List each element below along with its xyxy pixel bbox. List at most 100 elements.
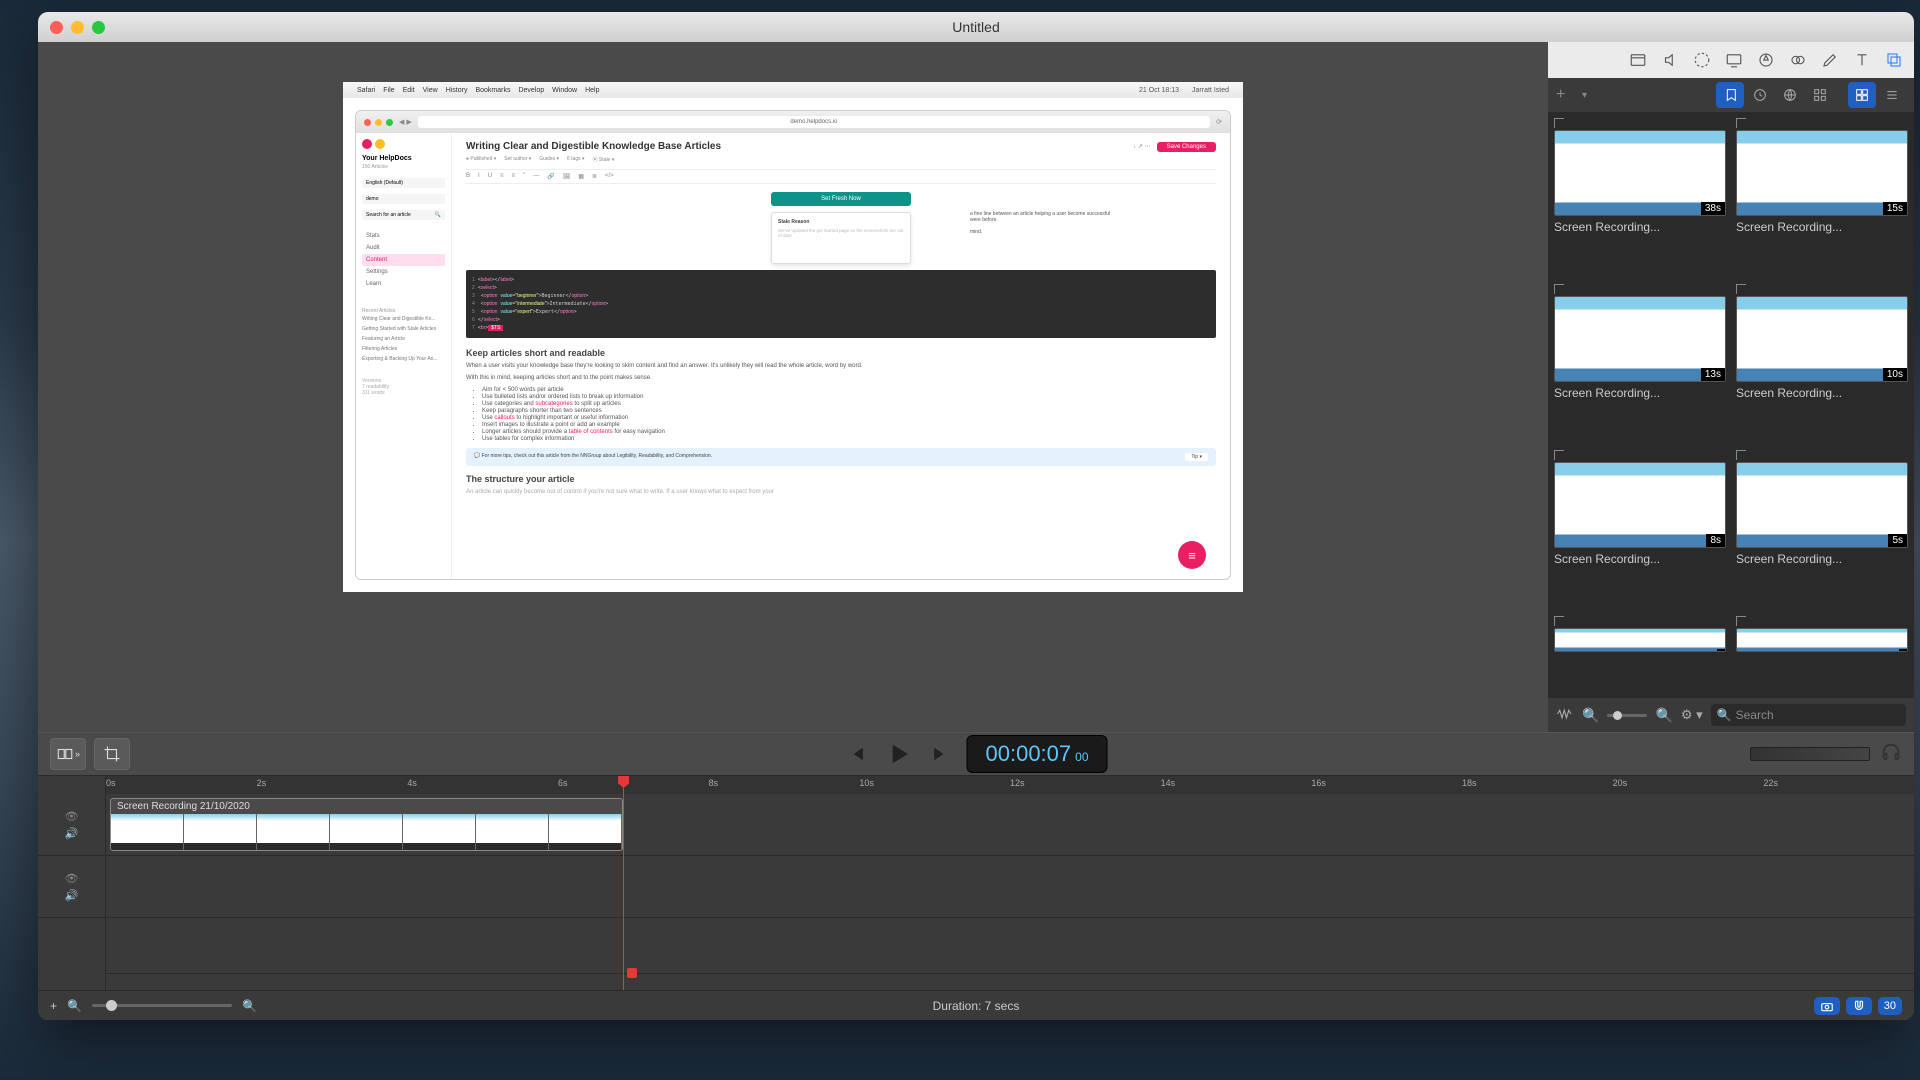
eye-icon[interactable]: 👁 xyxy=(65,810,79,823)
video-track-controls: 👁 🔊 xyxy=(38,794,105,856)
menu-window: Window xyxy=(552,87,577,94)
eye-icon[interactable]: 👁 xyxy=(65,872,79,885)
waveform-icon[interactable] xyxy=(1556,707,1574,724)
extra-track[interactable] xyxy=(106,918,1914,974)
minimize-window-icon[interactable] xyxy=(71,21,84,34)
article-title: Writing Clear and Digestible Knowledge B… xyxy=(466,141,721,152)
language-select: English (Default) xyxy=(362,178,445,188)
editor-toolbar: BIU≡≡"—🔗🖼▦≣</> xyxy=(466,169,1216,184)
media-label: Screen Recording... xyxy=(1554,386,1726,400)
media-label: Screen Recording... xyxy=(1736,220,1908,234)
playhead[interactable] xyxy=(623,776,624,990)
pencil-tool-icon[interactable] xyxy=(1818,48,1842,72)
prev-button[interactable] xyxy=(845,743,867,765)
audio-track-controls: 👁 🔊 xyxy=(38,856,105,918)
media-thumbnail[interactable] xyxy=(1736,462,1908,548)
tab-grid-icon[interactable] xyxy=(1806,82,1834,108)
ruler-tick: 6s xyxy=(558,778,568,788)
view-list-icon[interactable] xyxy=(1878,82,1906,108)
fps-badge[interactable]: 30 xyxy=(1878,997,1902,1015)
tab-web-icon[interactable] xyxy=(1776,82,1804,108)
set-fresh-button: Set Fresh Now xyxy=(771,192,911,206)
corner-icon xyxy=(1554,284,1564,294)
safari-window: ◀ ▶ demo.helpdocs.io ⟳ Your HelpDocs 150… xyxy=(355,110,1231,580)
timer-tool-icon[interactable] xyxy=(1690,48,1714,72)
media-thumbnail[interactable] xyxy=(1554,296,1726,382)
media-item[interactable]: Screen Recording... xyxy=(1554,284,1726,440)
thumb-size-slider[interactable] xyxy=(1607,714,1647,717)
add-track-button[interactable]: + xyxy=(50,999,57,1013)
split-clip-button[interactable]: » xyxy=(50,738,86,770)
video-tool-icon[interactable] xyxy=(1626,48,1650,72)
dropdown-icon[interactable]: ▾ xyxy=(1582,90,1587,101)
tool-strip xyxy=(1548,42,1914,78)
recent-item: Writing Clear and Digestible Kn... xyxy=(362,314,445,324)
end-marker-icon[interactable] xyxy=(627,968,637,978)
time-ruler[interactable]: 0s2s4s6s8s10s12s14s16s18s20s22s24s xyxy=(106,776,1914,794)
code-block: 1 <label></label> 2 <select> 3 <option v… xyxy=(466,270,1216,338)
tip-badge: Tip ▾ xyxy=(1185,453,1208,461)
media-item[interactable]: Screen Recording... xyxy=(1554,450,1726,606)
cursor-tool-icon[interactable] xyxy=(1754,48,1778,72)
video-track[interactable]: Screen Recording 21/10/2020 xyxy=(106,794,1914,856)
audio-tool-icon[interactable] xyxy=(1658,48,1682,72)
zoom-in-timeline-icon[interactable]: 🔍 xyxy=(242,999,257,1013)
timeline-canvas[interactable]: 0s2s4s6s8s10s12s14s16s18s20s22s24s Scree… xyxy=(106,776,1914,990)
magnet-badge[interactable] xyxy=(1846,997,1872,1015)
canvas-area[interactable]: Safari File Edit View History Bookmarks … xyxy=(38,42,1548,732)
titlebar[interactable]: Untitled xyxy=(38,12,1914,42)
audio-track[interactable] xyxy=(106,856,1914,918)
close-window-icon[interactable] xyxy=(50,21,63,34)
view-grid-icon[interactable] xyxy=(1848,82,1876,108)
paragraph: When a user visits your knowledge base t… xyxy=(466,362,1216,370)
media-item[interactable]: Screen Recording... xyxy=(1736,450,1908,606)
media-thumbnail[interactable] xyxy=(1554,462,1726,548)
link-tool-icon[interactable] xyxy=(1786,48,1810,72)
timeline-footer: + 🔍 🔍 Duration: 7 secs 30 xyxy=(38,990,1914,1020)
zoom-out-icon[interactable]: 🔍 xyxy=(1582,707,1599,724)
fullscreen-window-icon[interactable] xyxy=(92,21,105,34)
next-button[interactable] xyxy=(931,743,953,765)
menu-file: File xyxy=(383,87,394,94)
media-gallery[interactable]: Screen Recording...Screen Recording...Sc… xyxy=(1548,112,1914,698)
media-thumbnail[interactable] xyxy=(1554,130,1726,216)
helpdocs-app: Your HelpDocs 150 Articles English (Defa… xyxy=(356,133,1230,580)
media-item[interactable]: Screen Recording... xyxy=(1554,118,1726,274)
add-media-button[interactable]: + xyxy=(1556,86,1576,104)
zoom-in-icon[interactable]: 🔍 xyxy=(1655,707,1672,724)
nav-audit: Audit xyxy=(362,242,445,254)
timeline-zoom-slider[interactable] xyxy=(92,1004,232,1007)
media-thumbnail[interactable] xyxy=(1736,130,1908,216)
nav-settings: Settings xyxy=(362,266,445,278)
overlay-tool-icon[interactable] xyxy=(1882,48,1906,72)
media-label: Screen Recording... xyxy=(1736,552,1908,566)
screen-tool-icon[interactable] xyxy=(1722,48,1746,72)
media-item[interactable]: Screen Recording... xyxy=(1736,284,1908,440)
media-item[interactable]: Screen Recording... xyxy=(1736,118,1908,274)
tab-clips-icon[interactable] xyxy=(1716,82,1744,108)
speaker-icon[interactable]: 🔊 xyxy=(65,827,79,840)
headphone-icon[interactable] xyxy=(1880,741,1902,768)
corner-icon xyxy=(1736,284,1746,294)
settings-icon[interactable]: ⚙ ▾ xyxy=(1681,707,1703,723)
menu-help: Help xyxy=(585,87,599,94)
crop-button[interactable] xyxy=(94,738,130,770)
content-area: Safari File Edit View History Bookmarks … xyxy=(38,42,1914,732)
playback-controls: » 00:00:07 00 xyxy=(38,732,1914,776)
ruler-tick: 16s xyxy=(1311,778,1326,788)
recent-item: Getting Started with Stale Articles xyxy=(362,324,445,334)
recent-item: Exporting & Backing Up Your An... xyxy=(362,354,445,364)
zoom-out-timeline-icon[interactable]: 🔍 xyxy=(67,999,82,1013)
video-clip[interactable]: Screen Recording 21/10/2020 xyxy=(110,798,623,851)
helpdocs-main: Writing Clear and Digestible Knowledge B… xyxy=(452,133,1230,580)
search-input[interactable]: 🔍 Search xyxy=(1711,704,1906,726)
snapshot-badge[interactable] xyxy=(1814,997,1840,1015)
tab-history-icon[interactable] xyxy=(1746,82,1774,108)
meta-guides: Guides ▾ xyxy=(539,156,559,163)
menu-view: View xyxy=(423,87,438,94)
speaker-icon[interactable]: 🔊 xyxy=(65,889,79,902)
play-button[interactable] xyxy=(885,740,913,768)
media-thumbnail[interactable] xyxy=(1736,296,1908,382)
text-tool-icon[interactable] xyxy=(1850,48,1874,72)
menu-edit: Edit xyxy=(403,87,415,94)
